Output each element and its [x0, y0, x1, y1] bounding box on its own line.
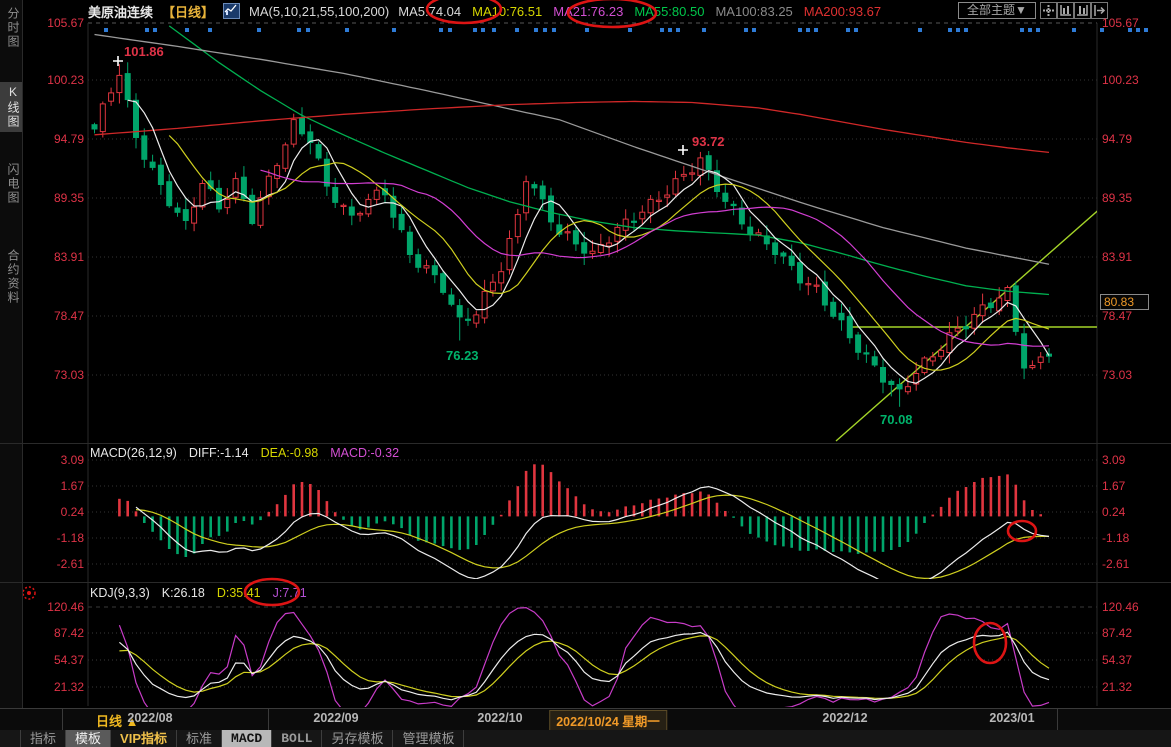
kdj-values: K:26.18 D:35.41 J:7.71 — [162, 586, 307, 600]
price-tick-right: 94.79 — [1102, 132, 1162, 146]
kline-chart-icon — [223, 3, 240, 19]
chart-right-axis-icon[interactable] — [1074, 2, 1091, 19]
chart-header: 美原油连续 【日线】 MA(5,10,21,55,100,200) MA5:74… — [88, 2, 882, 20]
sidebar-item-1[interactable]: 分时图 — [0, 4, 22, 52]
left-sidebar: 分时图 K线图闪电图合约资料 — [0, 0, 23, 747]
date-tick: 2023/01 — [989, 711, 1034, 725]
price-tick-left: 73.03 — [24, 368, 84, 382]
sidebar-item-3[interactable]: 闪电图 — [0, 160, 22, 208]
panel-divider — [0, 443, 1171, 444]
ma-value-2: MA10:76.51 — [472, 4, 542, 19]
footer-tab-7[interactable]: 另存模板 — [322, 730, 393, 747]
date-cell-divider — [1057, 709, 1058, 730]
macd-tick-left: 3.09 — [24, 453, 84, 467]
price-tick-left: 83.91 — [24, 250, 84, 264]
kdj-title: KDJ(9,3,3) — [90, 586, 150, 600]
date-axis: 日线 ▲ 2022/082022/092022/102022/10/24 星期一… — [0, 708, 1171, 731]
macd-title: MACD(26,12,9) — [90, 446, 177, 460]
date-tick: 2022/08 — [127, 711, 172, 725]
date-tick: 2022/12 — [822, 711, 867, 725]
sidebar-item-2[interactable]: K线图 — [0, 82, 22, 132]
macd-value-2: DEA:-0.98 — [261, 446, 319, 460]
footer-tab-8[interactable]: 管理模板 — [393, 730, 464, 747]
footer-tab-5[interactable]: MACD — [222, 730, 272, 747]
theme-dropdown-button[interactable]: 全部主题▼ — [958, 2, 1036, 19]
kdj-panel-header: KDJ(9,3,3) K:26.18 D:35.41 J:7.71 — [90, 586, 307, 600]
price-tick-left: 78.47 — [24, 309, 84, 323]
price-tick-right: 73.03 — [1102, 368, 1162, 382]
kdj-value-1: K:26.18 — [162, 586, 205, 600]
date-cell-divider — [268, 709, 269, 730]
ma-settings-label: MA(5,10,21,55,100,200) — [249, 4, 389, 19]
pan-icon[interactable] — [1040, 2, 1057, 19]
kdj-tick-left: 120.46 — [24, 600, 84, 614]
price-annotation: 101.86 — [124, 44, 164, 59]
ma-value-4: MA55:80.50 — [634, 4, 704, 19]
macd-tick-left: -2.61 — [24, 557, 84, 571]
chart-left-axis-icon[interactable] — [1057, 2, 1074, 19]
sidebar-item-4[interactable]: 合约资料 — [0, 246, 22, 308]
crosshair-date-label: 2022/10/24 星期一 — [549, 710, 667, 731]
price-tick-right: 89.35 — [1102, 191, 1162, 205]
period-label: 【日线】 — [162, 2, 214, 21]
date-cell-divider — [62, 709, 63, 730]
app-root: 分时图 K线图闪电图合约资料 美原油连续 【日线】 MA(5,10,21,55,1… — [0, 0, 1171, 747]
macd-tick-left: -1.18 — [24, 531, 84, 545]
macd-tick-right: 0.24 — [1102, 505, 1162, 519]
footer-tab-4[interactable]: 标准 — [177, 730, 222, 747]
footer-tab-1[interactable]: 指标 — [20, 730, 66, 747]
ma-values: MA5:74.04 MA10:76.51 MA21:76.23 MA55:80.50 M… — [398, 4, 882, 19]
footer-tab-3[interactable]: VIP指标 — [111, 730, 177, 747]
kdj-tick-right: 120.46 — [1102, 600, 1162, 614]
price-annotation: 76.23 — [446, 348, 479, 363]
macd-values: DIFF:-1.14 DEA:-0.98 MACD:-0.32 — [189, 446, 399, 460]
price-annotation: 93.72 — [692, 134, 725, 149]
macd-panel-header: MACD(26,12,9) DIFF:-1.14 DEA:-0.98 MACD:-0… — [90, 446, 399, 460]
symbol-title: 美原油连续 — [88, 2, 153, 21]
price-tick-right: 105.67 — [1102, 16, 1162, 30]
price-badge: 80.83 — [1100, 294, 1149, 310]
kdj-tick-left: 87.42 — [24, 626, 84, 640]
date-tick: 2022/09 — [313, 711, 358, 725]
kdj-value-3: J:7.71 — [273, 586, 307, 600]
price-annotation: 70.08 — [880, 412, 913, 427]
price-tick-left: 100.23 — [24, 73, 84, 87]
ma-value-3: MA21:76.23 — [553, 4, 623, 19]
macd-value-3: MACD:-0.32 — [330, 446, 399, 460]
footer-tab-bar: 指标模板VIP指标标准MACDBOLL另存模板管理模板 — [0, 730, 1171, 747]
panel-divider — [0, 582, 1171, 583]
overlay-layer: 分时图 K线图闪电图合约资料 美原油连续 【日线】 MA(5,10,21,55,1… — [0, 0, 1171, 747]
price-tick-left: 94.79 — [24, 132, 84, 146]
kdj-tick-right: 21.32 — [1102, 680, 1162, 694]
macd-tick-left: 0.24 — [24, 505, 84, 519]
price-tick-right: 100.23 — [1102, 73, 1162, 87]
ma-value-6: MA200:93.67 — [804, 4, 881, 19]
macd-value-1: DIFF:-1.14 — [189, 446, 249, 460]
macd-tick-left: 1.67 — [24, 479, 84, 493]
ma-value-5: MA100:83.25 — [715, 4, 792, 19]
macd-tick-right: 1.67 — [1102, 479, 1162, 493]
kdj-tick-right: 54.37 — [1102, 653, 1162, 667]
ma-value-1: MA5:74.04 — [398, 4, 461, 19]
macd-tick-right: -1.18 — [1102, 531, 1162, 545]
kdj-tick-left: 54.37 — [24, 653, 84, 667]
price-tick-left: 89.35 — [24, 191, 84, 205]
footer-tab-6[interactable]: BOLL — [272, 730, 322, 747]
footer-tab-2[interactable]: 模板 — [66, 730, 111, 747]
price-tick-right: 78.47 — [1102, 309, 1162, 323]
date-tick: 2022/10 — [477, 711, 522, 725]
price-tick-left: 105.67 — [24, 16, 84, 30]
macd-tick-right: -2.61 — [1102, 557, 1162, 571]
kdj-value-2: D:35.41 — [217, 586, 261, 600]
kdj-tick-right: 87.42 — [1102, 626, 1162, 640]
price-tick-right: 83.91 — [1102, 250, 1162, 264]
kdj-tick-left: 21.32 — [24, 680, 84, 694]
macd-tick-right: 3.09 — [1102, 453, 1162, 467]
